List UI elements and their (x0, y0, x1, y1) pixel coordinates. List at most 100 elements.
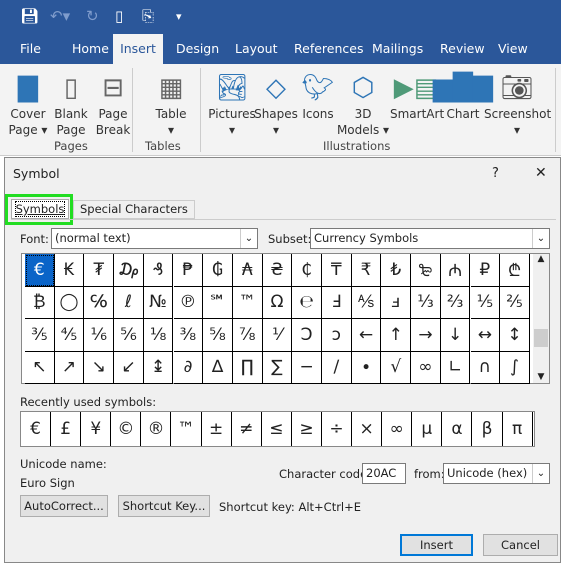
symbol-cell[interactable]: ↙ (114, 351, 144, 384)
tab-mailings[interactable]: Mailings (368, 34, 427, 64)
symbol-cell[interactable]: ∟ (440, 351, 471, 384)
autocorrect-button[interactable]: AutoCorrect... (20, 495, 108, 517)
symbol-cell[interactable]: Ω (262, 286, 293, 319)
scroll-up-icon[interactable]: ▲ (533, 254, 549, 264)
blank-page-button[interactable]: ▯ Blank Page (52, 70, 90, 138)
tab-layout[interactable]: Layout (231, 34, 282, 64)
symbol-cell[interactable]: ∩ (470, 351, 501, 384)
symbol-cell[interactable]: ₭ (54, 254, 85, 287)
shapes-button[interactable]: ◇ Shapes ▾ (254, 70, 298, 138)
symbol-cell[interactable]: ◯ (54, 286, 85, 319)
symbol-cell[interactable]: √ (381, 351, 412, 384)
tab-symbols[interactable]: Symbols (11, 199, 69, 219)
symbol-cell[interactable]: ℮ (292, 286, 322, 319)
close-button[interactable]: ✕ (535, 165, 547, 181)
icons-button[interactable]: 🐦︎ Icons (300, 70, 336, 122)
symbol-cell[interactable]: ₵ (292, 254, 322, 287)
3d-models-button[interactable]: ⬡ 3D Models ▾ (336, 70, 390, 138)
page-break-button[interactable]: ⊟ Page Break (94, 70, 132, 138)
recent-symbol-cell[interactable]: ≥ (292, 412, 322, 446)
symbol-cell[interactable]: ⅙ (84, 319, 115, 352)
tab-review[interactable]: Review (436, 34, 489, 64)
cover-page-button[interactable]: ▇ Cover Page ▾ (8, 70, 48, 138)
symbol-cell[interactable]: ∫ (500, 351, 530, 384)
symbol-cell[interactable]: ⅞ (232, 319, 263, 352)
insert-button[interactable]: Insert (400, 534, 473, 556)
symbol-cell[interactable]: ⅍ (351, 286, 382, 319)
symbol-cell[interactable]: Ⅎ (322, 286, 352, 319)
symbol-cell[interactable]: ⅘ (54, 319, 85, 352)
symbol-cell[interactable]: ∙ (351, 351, 382, 384)
tab-home[interactable]: Home (68, 34, 113, 64)
symbol-cell[interactable]: ₯ (114, 254, 144, 287)
symbol-cell[interactable]: ↖ (25, 351, 55, 384)
symbol-cell[interactable]: − (292, 351, 322, 384)
recent-symbol-cell[interactable]: £ (51, 412, 82, 446)
recent-symbol-cell[interactable]: β (473, 412, 503, 446)
table-button[interactable]: ▦ Table ▾ (146, 70, 196, 138)
recent-symbol-cell[interactable]: α (442, 412, 473, 446)
symbol-cell[interactable]: ₹ (351, 254, 382, 287)
symbol-cell[interactable]: ℠ (203, 286, 233, 319)
symbol-cell[interactable]: → (411, 319, 441, 352)
font-select[interactable]: (normal text) ⌄ (51, 228, 258, 249)
symbol-cell[interactable]: ℅ (84, 286, 115, 319)
symbol-cell[interactable]: ↕ (500, 319, 530, 352)
symbol-cell[interactable]: ∆ (203, 351, 233, 384)
symbol-cell[interactable]: ⅎ (381, 286, 412, 319)
symbol-cell[interactable]: ₸ (322, 254, 352, 287)
symbol-cell[interactable]: ∞ (411, 351, 441, 384)
recent-symbol-cell[interactable]: ≤ (262, 412, 292, 446)
symbol-cell[interactable]: ℓ (114, 286, 144, 319)
pictures-button[interactable]: 🏞︎ Pictures ▾ (208, 70, 256, 138)
symbol-cell[interactable]: ⅝ (203, 319, 233, 352)
symbol-cell[interactable]: ₮ (84, 254, 115, 287)
char-code-input[interactable]: 20AC (362, 463, 406, 484)
symbol-cell[interactable]: ℗ (173, 286, 204, 319)
symbol-cell[interactable]: ₻ (411, 254, 441, 287)
screenshot-button[interactable]: 📷︎ Screenshot ▾ (484, 70, 551, 138)
symbol-cell[interactable]: ⅗ (25, 319, 55, 352)
symbol-cell[interactable]: ∏ (232, 351, 263, 384)
symbol-cell[interactable]: ⅖ (500, 286, 530, 319)
symbol-cell[interactable]: ← (351, 319, 382, 352)
symbol-cell[interactable]: ↘ (84, 351, 115, 384)
symbol-cell[interactable]: ₺ (381, 254, 412, 287)
undo-icon[interactable]: ↶▾ (50, 7, 70, 25)
symbol-cell[interactable]: € (25, 254, 55, 287)
attach-icon[interactable]: ⎘ (142, 7, 154, 25)
tab-design[interactable]: Design (172, 34, 223, 64)
symbol-cell[interactable]: ∕ (322, 351, 352, 384)
symbol-cell[interactable]: ∂ (173, 351, 204, 384)
symbol-cell[interactable]: ₱ (173, 254, 204, 287)
recent-symbol-cell[interactable]: ® (141, 412, 172, 446)
tab-view[interactable]: View (494, 34, 532, 64)
recent-symbol-cell[interactable]: € (21, 412, 52, 446)
symbol-cell[interactable]: ⅚ (114, 319, 144, 352)
symbol-cell[interactable]: ⅟ (262, 319, 293, 352)
new-document-icon[interactable]: ▯ (115, 7, 123, 25)
recent-symbol-cell[interactable]: π (503, 412, 533, 446)
recent-symbol-cell[interactable]: © (111, 412, 142, 446)
shortcut-key-button[interactable]: Shortcut Key... (118, 495, 210, 517)
symbol-cell[interactable]: ↓ (440, 319, 471, 352)
symbol-cell[interactable]: ₼ (440, 254, 471, 287)
scroll-thumb[interactable] (534, 329, 548, 347)
cancel-button[interactable]: Cancel (483, 534, 558, 556)
symbol-cell[interactable]: ↄ (322, 319, 352, 352)
symbol-cell[interactable]: ⅜ (173, 319, 204, 352)
recent-symbol-cell[interactable]: ¥ (81, 412, 112, 446)
tab-file[interactable]: File (16, 34, 45, 64)
symbol-cell[interactable]: № (143, 286, 174, 319)
recent-symbol-cell[interactable]: ± (202, 412, 232, 446)
redo-icon[interactable]: ↻ (86, 7, 99, 25)
save-icon[interactable]: 💾︎ (20, 7, 39, 25)
recent-symbol-cell[interactable]: µ (412, 412, 443, 446)
symbol-cell[interactable]: ⅓ (411, 286, 441, 319)
symbol-cell[interactable]: ₳ (232, 254, 263, 287)
symbol-cell[interactable]: ↔ (470, 319, 501, 352)
tab-special-characters[interactable]: Special Characters (73, 200, 195, 219)
symbol-cell[interactable]: ↑ (381, 319, 412, 352)
symbol-cell[interactable]: ₴ (262, 254, 293, 287)
scrollbar[interactable]: ▲ ▼ (533, 254, 549, 383)
